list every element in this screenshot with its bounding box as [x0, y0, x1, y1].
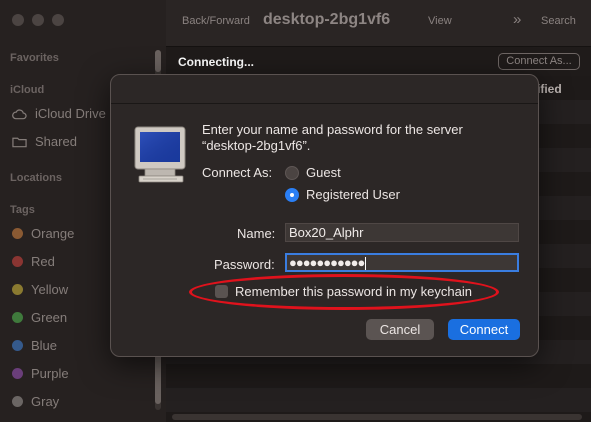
tag-color-dot — [12, 284, 23, 295]
name-field[interactable]: Box20_Alphr — [285, 223, 519, 242]
search-button[interactable]: Search — [541, 15, 576, 27]
login-dialog: Enter your name and password for the ser… — [110, 74, 539, 357]
sidebar-section-favorites: Favorites — [10, 52, 59, 64]
dialog-message: Enter your name and password for the ser… — [202, 122, 463, 154]
finder-toolbar: Back/Forward desktop-2bg1vf6 View » Sear… — [166, 0, 591, 47]
sidebar-item-shared[interactable]: Shared — [12, 134, 77, 149]
sidebar-tag-orange[interactable]: Orange — [12, 226, 74, 241]
connection-status-bar: Connecting... Connect As... — [166, 47, 591, 76]
close-window-button[interactable] — [12, 14, 24, 26]
sidebar-tag-gray[interactable]: Gray — [12, 394, 59, 409]
sidebar-tag-blue[interactable]: Blue — [12, 338, 57, 353]
sidebar-tag-green[interactable]: Green — [12, 310, 67, 325]
connecting-status: Connecting... — [178, 55, 254, 69]
sidebar-item-label: Purple — [31, 366, 69, 381]
sidebar-item-label: Shared — [35, 134, 77, 149]
tag-color-dot — [12, 228, 23, 239]
minimize-window-button[interactable] — [32, 14, 44, 26]
connect-as-label: Connect As: — [202, 165, 273, 180]
radio-button-icon[interactable] — [285, 165, 299, 180]
password-label: Password: — [214, 257, 275, 272]
sidebar-tag-purple[interactable]: Purple — [12, 366, 69, 381]
sidebar-item-label: Orange — [31, 226, 75, 241]
sidebar-item-label: Blue — [31, 338, 58, 353]
cancel-button[interactable]: Cancel — [366, 319, 434, 340]
sidebar-section-icloud: iCloud — [10, 84, 45, 96]
tag-color-dot — [12, 312, 23, 323]
password-field[interactable]: ●●●●●●●●●●● — [285, 253, 519, 272]
remember-password-option[interactable]: Remember this password in my keychain — [215, 284, 472, 299]
scrollbar-thumb[interactable] — [155, 350, 161, 404]
sidebar-item-label: Red — [31, 254, 55, 269]
name-label: Name: — [237, 226, 276, 241]
back-forward-button[interactable]: Back/Forward — [182, 15, 250, 27]
sidebar-tag-yellow[interactable]: Yellow — [12, 282, 68, 297]
sidebar-item-label: iCloud Drive — [35, 106, 106, 121]
remember-checkbox[interactable] — [215, 285, 228, 298]
connect-as-button[interactable]: Connect As... — [498, 53, 580, 70]
sidebar-item-label: Yellow — [31, 282, 69, 297]
radio-registered-user[interactable]: Registered User — [285, 187, 400, 202]
radio-registered-label: Registered User — [306, 187, 400, 202]
radio-guest-label: Guest — [306, 165, 341, 180]
horizontal-scrollbar[interactable] — [172, 414, 582, 420]
connect-button[interactable]: Connect — [448, 319, 520, 340]
sidebar-section-locations: Locations — [10, 172, 62, 184]
tag-color-dot — [12, 368, 23, 379]
dialog-titlebar — [111, 75, 538, 104]
sidebar-item-icloud-drive[interactable]: iCloud Drive — [12, 106, 106, 121]
window-controls — [12, 14, 64, 26]
radio-button-selected-icon[interactable] — [285, 187, 299, 202]
tag-color-dot — [12, 396, 23, 407]
sidebar-section-tags: Tags — [10, 204, 35, 216]
cloud-icon — [12, 108, 27, 119]
dialog-message-line1: Enter your name and password for the ser… — [202, 122, 463, 137]
scrollbar-thumb[interactable] — [155, 50, 161, 72]
password-masked-value: ●●●●●●●●●●● — [289, 255, 365, 270]
remember-label: Remember this password in my keychain — [235, 284, 472, 299]
window-title: desktop-2bg1vf6 — [263, 11, 391, 28]
network-computer-icon — [134, 126, 186, 183]
text-cursor — [365, 257, 367, 271]
shared-folder-icon — [12, 137, 27, 147]
zoom-window-button[interactable] — [52, 14, 64, 26]
sidebar-item-label: Green — [31, 310, 68, 325]
tag-color-dot — [12, 340, 23, 351]
sidebar-item-label: Gray — [31, 394, 60, 409]
tag-color-dot — [12, 256, 23, 267]
column-header-modified[interactable]: ified — [537, 82, 562, 96]
radio-guest[interactable]: Guest — [285, 165, 341, 180]
dialog-message-line2: “desktop-2bg1vf6”. — [202, 138, 311, 153]
view-button[interactable]: View — [428, 15, 452, 27]
toolbar-overflow-icon[interactable]: » — [513, 11, 521, 28]
sidebar-tag-red[interactable]: Red — [12, 254, 55, 269]
